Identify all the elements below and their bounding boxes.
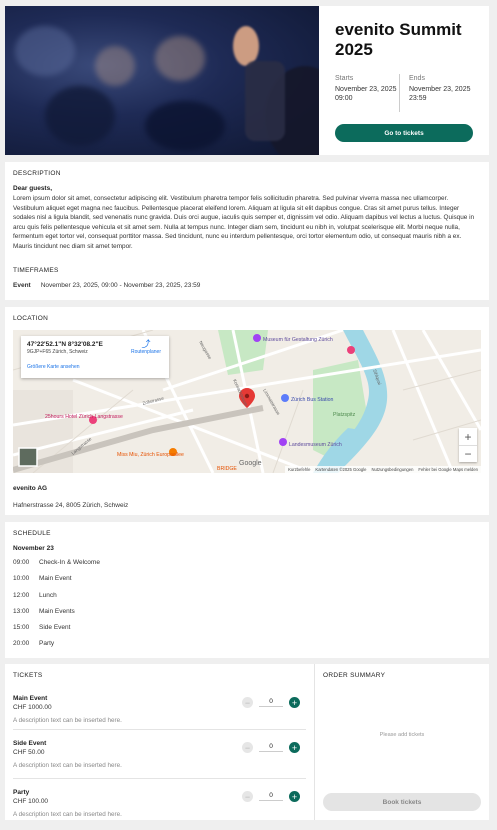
tickets-section: TICKETS Main Event CHF 1000.00 A descrip… <box>5 664 489 820</box>
schedule-time: 09:00 <box>13 559 30 566</box>
ticket-item: Main Event CHF 1000.00 A description tex… <box>13 687 306 730</box>
map-data-credit: Kartendaten ©2025 Google <box>315 467 367 472</box>
go-to-tickets-button[interactable]: Go to tickets <box>335 124 473 142</box>
ticket-description: A description text can be inserted here. <box>13 762 122 769</box>
quantity-stepper: − 0 + <box>242 742 300 753</box>
zoom-in-button[interactable]: + <box>459 428 477 445</box>
schedule-row: 20:00 Party <box>13 640 481 656</box>
map-info-box: 47°22'52.1"N 8°32'08.2"E 9GJP+F65 Zürich… <box>21 336 169 378</box>
directions-icon: ⤴ <box>141 339 151 349</box>
tickets-title: TICKETS <box>13 672 43 679</box>
ticket-item: Side Event CHF 50.00 A description text … <box>13 736 306 779</box>
start-label: Starts <box>335 75 354 82</box>
route-planner-button[interactable]: ⤴ Routenplaner <box>130 339 161 356</box>
quantity-stepper: − 0 + <box>242 791 300 802</box>
schedule-row: 09:00 Check-In & Welcome <box>13 559 481 575</box>
satellite-toggle <box>18 447 38 467</box>
schedule-label: Party <box>39 640 55 648</box>
description-greeting: Dear guests, <box>13 185 53 192</box>
order-summary-empty: Please add tickets <box>379 732 425 738</box>
event-dates: Starts November 23, 2025 09:00 Ends Nove… <box>335 74 473 112</box>
event-start: Starts November 23, 2025 09:00 <box>335 74 399 112</box>
start-value: November 23, 2025 09:00 <box>335 85 397 103</box>
map-label-platzspitz: Platzspitz <box>333 412 356 418</box>
ticket-description: A description text can be inserted here. <box>13 717 122 724</box>
timeframes-title: TIMEFRAMES <box>13 267 59 274</box>
decrease-button[interactable]: − <box>242 742 253 753</box>
increase-button[interactable]: + <box>289 697 300 708</box>
event-end: Ends November 23, 2025 23:59 <box>409 74 473 112</box>
location-title: LOCATION <box>13 315 49 322</box>
ticket-description: A description text can be inserted here. <box>13 811 122 818</box>
increase-button[interactable]: + <box>289 742 300 753</box>
venue-name: evenito AG <box>13 485 48 492</box>
schedule-time: 12:00 <box>13 591 30 599</box>
venue-address: Hafnerstrasse 24, 8005 Zürich, Schweiz <box>13 502 129 509</box>
book-tickets-button[interactable]: Book tickets <box>323 793 481 811</box>
schedule-label: Lunch <box>39 591 57 599</box>
schedule-time: 15:00 <box>13 624 30 632</box>
timeframe-row: Event November 23, 2025, 09:00 - Novembe… <box>13 282 481 289</box>
order-summary-title: ORDER SUMMARY <box>323 672 386 679</box>
schedule-time: 13:00 <box>13 607 30 615</box>
schedule-row: 12:00 Lunch <box>13 592 481 608</box>
timeframe-label: Event <box>13 282 31 289</box>
map-shortcuts-link[interactable]: Kurzbefehle <box>288 467 310 472</box>
schedule-time: 20:00 <box>13 640 30 648</box>
map[interactable]: Museum für Gestaltung Zürich Zürich Bus … <box>13 330 481 473</box>
map-attribution: Kurzbefehle Kartendaten ©2025 Google Nut… <box>285 466 481 473</box>
location-section: LOCATION Museum für Gestaltung Zürich Zü… <box>5 307 489 515</box>
route-planner-label: Routenplaner <box>130 349 161 355</box>
zoom-out-button[interactable]: − <box>459 445 477 462</box>
end-label: Ends <box>409 75 425 82</box>
timeframe-value: November 23, 2025, 09:00 - November 23, … <box>40 282 201 289</box>
quantity-input[interactable]: 0 <box>259 698 283 707</box>
event-info-panel: evenito Summit 2025 Starts November 23, … <box>319 6 489 155</box>
schedule-section: SCHEDULE November 23 09:00 Check-In & Wel… <box>5 522 489 658</box>
end-value: November 23, 2025 23:59 <box>409 85 471 103</box>
schedule-row: 10:00 Main Event <box>13 575 481 591</box>
quantity-input[interactable]: 0 <box>259 743 283 752</box>
event-title: evenito Summit 2025 <box>335 20 462 59</box>
map-label-museum: Museum für Gestaltung Zürich <box>263 337 333 343</box>
quantity-input[interactable]: 0 <box>259 792 283 801</box>
map-terms-link[interactable]: Nutzungsbedingungen <box>371 467 413 472</box>
schedule-row: 15:00 Side Event <box>13 624 481 640</box>
date-divider <box>399 74 400 112</box>
schedule-row: 13:00 Main Events <box>13 608 481 624</box>
map-zoom-controls: + − <box>459 428 477 462</box>
schedule-label: Side Event <box>39 624 71 632</box>
schedule-day: November 23 <box>13 545 54 552</box>
map-report-link[interactable]: Fehler bei Google Maps melden <box>418 467 478 472</box>
schedule-time: 10:00 <box>13 575 30 583</box>
event-header: evenito Summit 2025 Starts November 23, … <box>5 6 489 155</box>
tickets-list: TICKETS Main Event CHF 1000.00 A descrip… <box>5 664 315 820</box>
google-logo: Google <box>239 460 262 467</box>
description-section: DESCRIPTION Dear guests, Lorem ipsum dol… <box>5 162 489 300</box>
map-label-missmiu: Miss Miu, Zürich Europaallee <box>117 452 184 458</box>
description-body: Lorem ipsum dolor sit amet, consectetur … <box>13 195 475 250</box>
map-label-hotel: 25hours Hotel Zürich Langstrasse <box>45 414 123 420</box>
order-summary: ORDER SUMMARY Please add tickets Book ti… <box>315 664 489 820</box>
event-photo <box>5 6 319 155</box>
description-title: DESCRIPTION <box>13 170 61 177</box>
map-label-bridge: BRIDGE <box>217 466 237 472</box>
map-label-bus: Zürich Bus Station <box>291 397 333 403</box>
decrease-button[interactable]: − <box>242 697 253 708</box>
decrease-button[interactable]: − <box>242 791 253 802</box>
ticket-item: Party CHF 100.00 A description text can … <box>13 785 306 825</box>
schedule-label: Main Events <box>39 607 75 615</box>
quantity-stepper: − 0 + <box>242 697 300 708</box>
schedule-title: SCHEDULE <box>13 530 51 537</box>
schedule-label: Main Event <box>39 575 72 583</box>
map-label-landesmuseum: Landesmuseum Zürich <box>289 442 342 448</box>
larger-map-link[interactable]: Größere Karte ansehen <box>27 364 163 370</box>
schedule-label: Check-In & Welcome <box>39 559 100 566</box>
increase-button[interactable]: + <box>289 791 300 802</box>
